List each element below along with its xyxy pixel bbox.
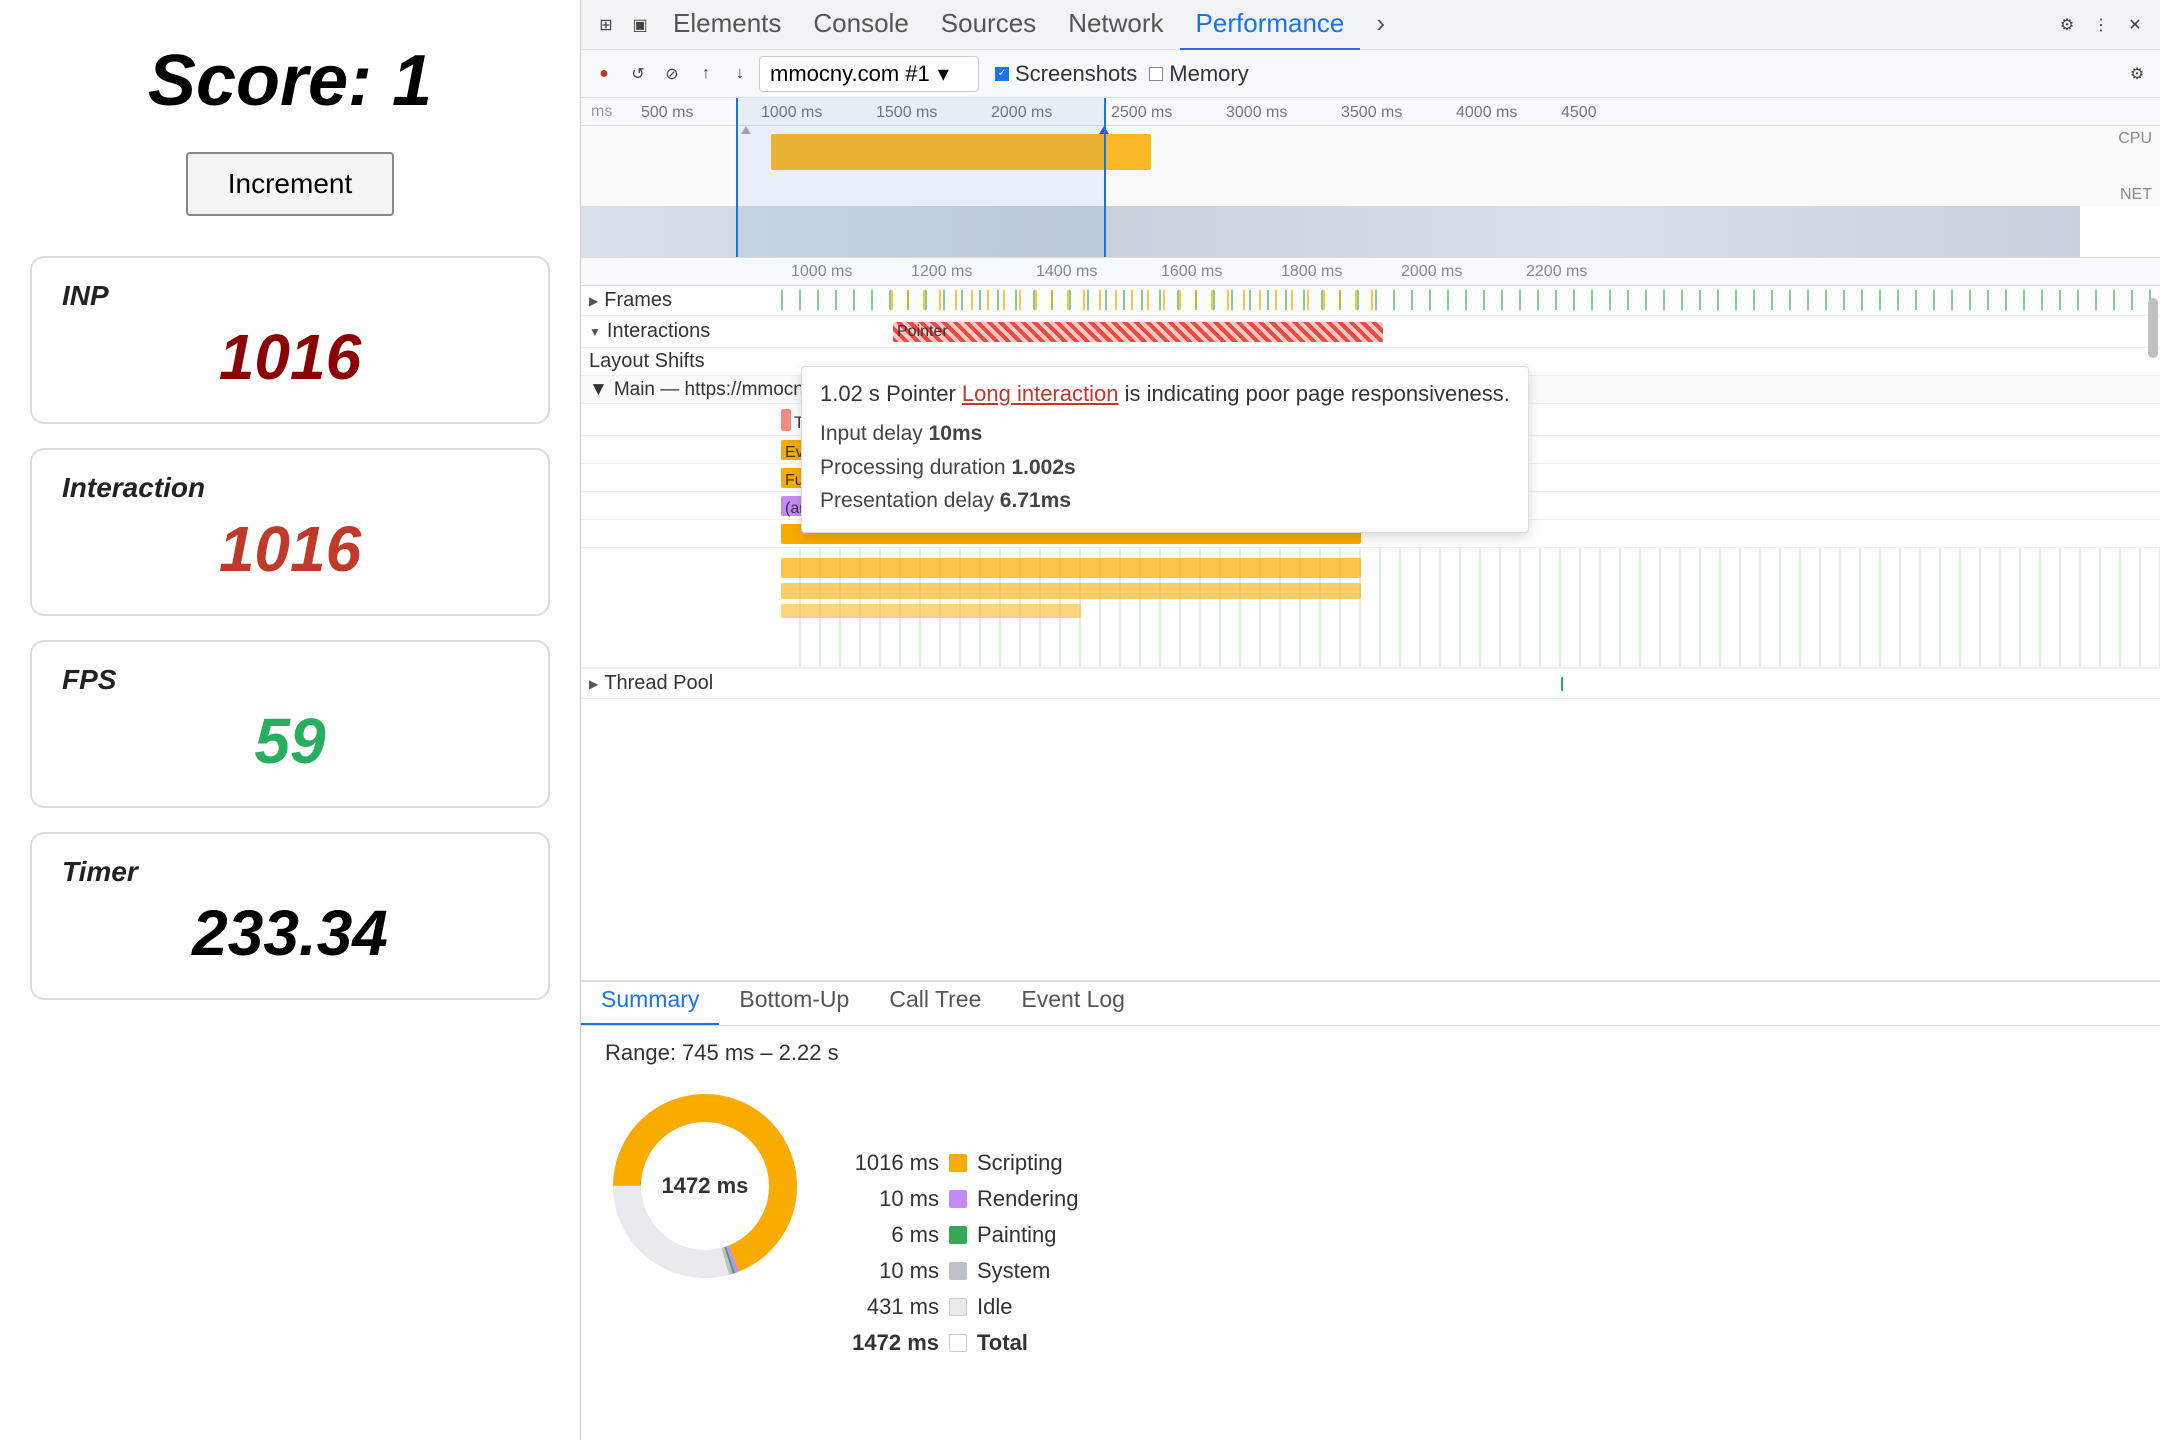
timer-value: 233.34 [62, 896, 518, 970]
clear-button[interactable]: ⊘ [657, 59, 687, 89]
url-selector[interactable]: mmocny.com #1 ▾ [759, 56, 979, 92]
interaction-tooltip: 1.02 s Pointer Long interaction is indic… [801, 366, 1529, 533]
download-button[interactable]: ↓ [725, 59, 755, 89]
tab-summary[interactable]: Summary [581, 986, 719, 1025]
interactions-label: ▼ Interactions [581, 316, 781, 347]
main-thread-expand-icon[interactable]: ▼ [589, 379, 608, 401]
tab-sources[interactable]: Sources [925, 0, 1052, 50]
summary-content: 1472 ms 1016 ms Scripting 10 ms Renderin… [581, 1066, 2160, 1440]
scripting-dot [949, 1154, 967, 1172]
thread-pool-content [781, 669, 2160, 698]
tab-event-log[interactable]: Event Log [1001, 986, 1145, 1025]
settings-icon[interactable]: ⚙ [2050, 8, 2084, 42]
summary-tab-bar: Summary Bottom-Up Call Tree Event Log [581, 982, 2160, 1026]
frames-track[interactable]: ▶ Frames [581, 286, 2160, 316]
timer-label: Timer [62, 856, 518, 888]
thread-pool-track[interactable]: ▶ Thread Pool [581, 669, 2160, 699]
summary-panel: Summary Bottom-Up Call Tree Event Log Ra… [581, 980, 2160, 1440]
layout-shifts-label: Layout Shifts [581, 348, 781, 375]
inp-card: INP 1016 [30, 256, 550, 424]
screenshots-label-text: Screenshots [1015, 61, 1137, 87]
more-options-icon[interactable]: ⋮ [2084, 8, 2118, 42]
tracks-ruler: 1000 ms 1200 ms 1400 ms 1600 ms 1800 ms … [581, 258, 2160, 286]
upload-button[interactable]: ↑ [691, 59, 721, 89]
fps-label: FPS [62, 664, 518, 696]
tab-more[interactable]: › [1360, 0, 1401, 50]
interactions-expand-icon[interactable]: ▼ [589, 325, 601, 339]
frames-label: ▶ Frames [581, 286, 781, 315]
interactions-content: Pointer [781, 316, 2160, 347]
total-dot [949, 1334, 967, 1352]
thread-pool-label: ▶ Thread Pool [581, 669, 781, 698]
chevron-down-icon: ▾ [938, 61, 949, 87]
pointer-interaction-bar[interactable] [893, 322, 1383, 342]
capture-settings-icon[interactable]: ⚙ [2122, 59, 2152, 89]
interactions-track[interactable]: ▼ Interactions Pointer 1.02 s Pointer Lo… [581, 316, 2160, 348]
tab-console[interactable]: Console [797, 0, 924, 50]
timer-card: Timer 233.34 [30, 832, 550, 1000]
range-text: Range: 745 ms – 2.22 s [581, 1026, 2160, 1066]
rendering-dot [949, 1190, 967, 1208]
devtools-panel: ⊞ ▣ Elements Console Sources Network Per… [580, 0, 2160, 1440]
record-button[interactable]: ● [589, 59, 619, 89]
legend-total: 1472 ms Total [849, 1330, 1079, 1356]
refresh-record-button[interactable]: ↺ [623, 59, 653, 89]
fps-card: FPS 59 [30, 640, 550, 808]
tab-network[interactable]: Network [1052, 0, 1179, 50]
inp-value: 1016 [62, 320, 518, 394]
overview-timeline[interactable]: ms 500 ms 1000 ms 1500 ms 2000 ms 2500 m… [581, 98, 2160, 258]
interaction-value: 1016 [62, 512, 518, 586]
tab-elements[interactable]: Elements [657, 0, 797, 50]
performance-toolbar: ● ↺ ⊘ ↑ ↓ mmocny.com #1 ▾ Screenshots Me… [581, 50, 2160, 98]
legend-rendering: 10 ms Rendering [849, 1186, 1079, 1212]
legend-idle: 431 ms Idle [849, 1294, 1079, 1320]
legend-system: 10 ms System [849, 1258, 1079, 1284]
green-lines-area [581, 548, 2160, 668]
close-icon[interactable]: ✕ [2118, 8, 2152, 42]
tab-bottom-up[interactable]: Bottom-Up [719, 986, 869, 1025]
inp-label: INP [62, 280, 518, 312]
frames-content [781, 286, 2160, 315]
memory-checkbox-group[interactable]: Memory [1149, 61, 1248, 87]
tab-performance[interactable]: Performance [1180, 0, 1361, 50]
summary-legend: 1016 ms Scripting 10 ms Rendering 6 ms P… [849, 1086, 1079, 1420]
memory-checkbox[interactable] [1149, 67, 1163, 81]
increment-button[interactable]: Increment [186, 152, 395, 216]
timeline-selection[interactable] [736, 98, 1106, 257]
devtools-inspect-icon[interactable]: ⊞ [589, 8, 623, 42]
memory-label-text: Memory [1169, 61, 1248, 87]
tab-call-tree[interactable]: Call Tree [869, 986, 1001, 1025]
donut-chart: 1472 ms [605, 1086, 805, 1286]
task-bar [781, 409, 791, 431]
tracks-area: 1000 ms 1200 ms 1400 ms 1600 ms 1800 ms … [581, 258, 2160, 980]
thread-pool-expand-icon[interactable]: ▶ [589, 677, 598, 691]
devtools-tab-bar: ⊞ ▣ Elements Console Sources Network Per… [581, 0, 2160, 50]
left-panel: Score: 1 Increment INP 1016 Interaction … [0, 0, 580, 1440]
interaction-label: Interaction [62, 472, 518, 504]
scrollbar-thumb[interactable] [2148, 298, 2158, 358]
frames-expand-icon[interactable]: ▶ [589, 294, 598, 308]
legend-scripting: 1016 ms Scripting [849, 1150, 1079, 1176]
tracks-scrollbar[interactable] [2148, 288, 2158, 980]
idle-dot [949, 1298, 967, 1316]
interaction-card: Interaction 1016 [30, 448, 550, 616]
legend-painting: 6 ms Painting [849, 1222, 1079, 1248]
devtools-device-icon[interactable]: ▣ [623, 8, 657, 42]
donut-center-label: 1472 ms [662, 1173, 749, 1199]
painting-dot [949, 1226, 967, 1244]
screenshots-checkbox-group[interactable]: Screenshots [995, 61, 1137, 87]
system-dot [949, 1262, 967, 1280]
score-title: Score: 1 [30, 40, 550, 122]
fps-value: 59 [62, 704, 518, 778]
screenshots-checkbox[interactable] [995, 67, 1009, 81]
